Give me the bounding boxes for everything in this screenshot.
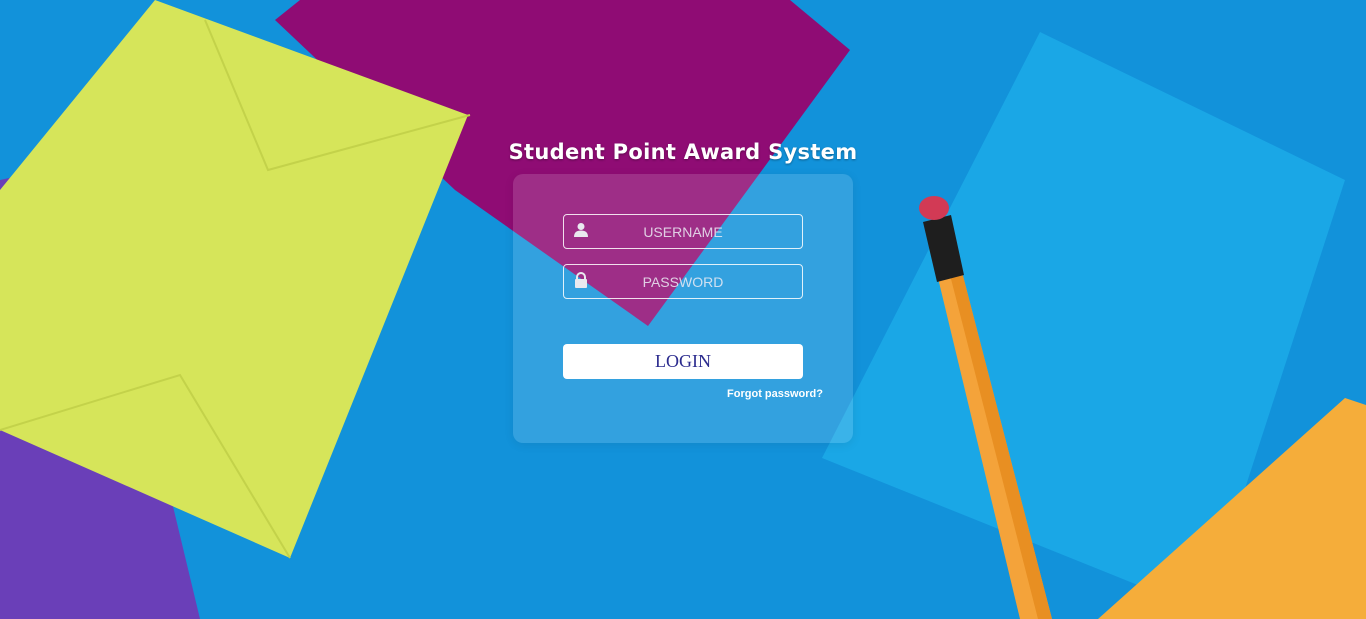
login-button[interactable]: LOGIN (563, 344, 803, 379)
username-field[interactable] (563, 214, 803, 249)
password-field[interactable] (563, 264, 803, 299)
forgot-password-link[interactable]: Forgot password? (727, 388, 823, 400)
username-input[interactable] (564, 215, 802, 248)
password-input[interactable] (564, 265, 802, 298)
pencil-eraser (919, 196, 949, 220)
login-card: LOGIN Forgot password? (513, 174, 853, 443)
page-title: Student Point Award System (508, 140, 858, 164)
